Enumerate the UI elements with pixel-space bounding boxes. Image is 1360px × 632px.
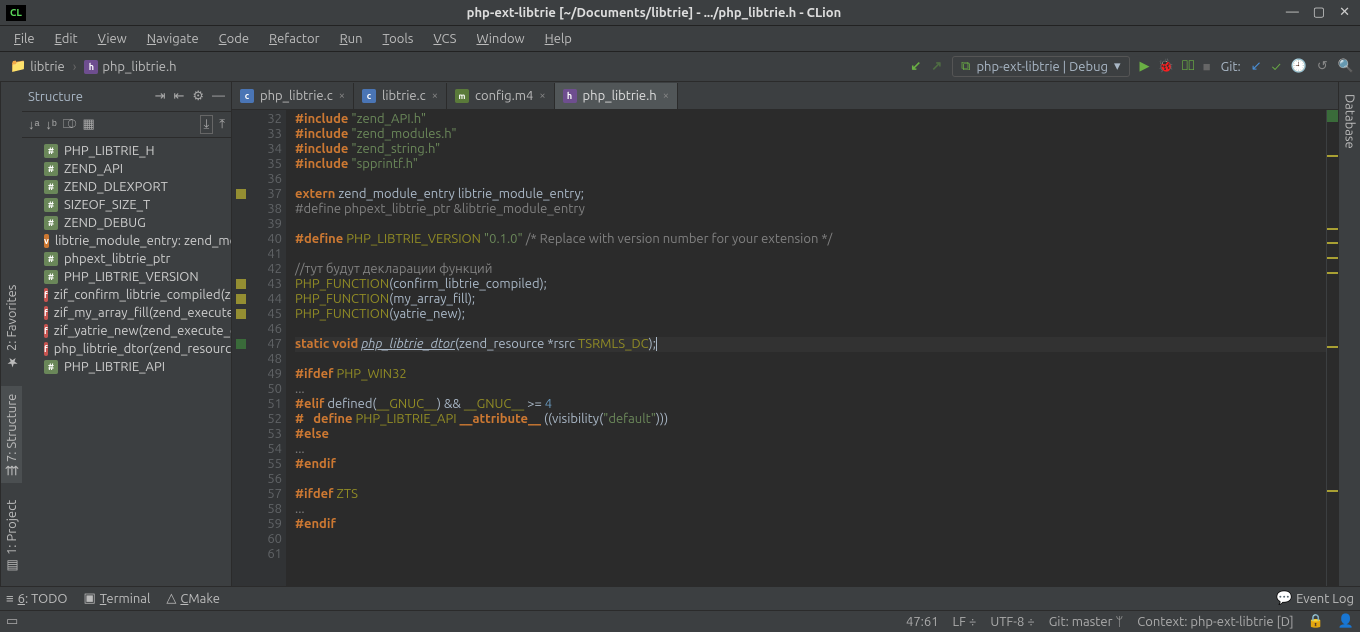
- coverage-icon[interactable]: ▶⃒: [1182, 59, 1195, 74]
- editor-tab[interactable]: clibtrie.c×: [354, 83, 447, 109]
- close-tab-icon[interactable]: ×: [663, 90, 669, 102]
- git-commit-icon[interactable]: ✓: [1272, 60, 1281, 74]
- sidebar-tab-structure[interactable]: ⇶ 7: Structure: [1, 386, 22, 482]
- structure-item[interactable]: #ZEND_API: [22, 160, 231, 178]
- editor-tab[interactable]: mconfig.m4×: [447, 83, 555, 109]
- editor-tabs: cphp_libtrie.c×clibtrie.c×mconfig.m4×hph…: [232, 82, 1338, 110]
- menu-vcs[interactable]: VCS: [425, 30, 464, 48]
- hide-icon[interactable]: —: [212, 89, 225, 104]
- minimize-icon[interactable]: —: [1286, 5, 1299, 20]
- debug-icon[interactable]: 🐞: [1158, 59, 1174, 74]
- gear-icon[interactable]: ⚙: [192, 89, 204, 104]
- menu-run[interactable]: Run: [332, 30, 371, 48]
- app-icon: CL: [6, 5, 26, 21]
- menu-file[interactable]: File: [6, 30, 43, 48]
- sort2-icon[interactable]: ↓ᵇ: [45, 117, 56, 132]
- menu-help[interactable]: Help: [537, 30, 580, 48]
- context[interactable]: Context: php-ext-libtrie [D]: [1137, 615, 1293, 629]
- menu-code[interactable]: Code: [211, 30, 257, 48]
- group-icon[interactable]: ⎄: [63, 117, 77, 132]
- structure-item[interactable]: #PHP_LIBTRIE_API: [22, 358, 231, 376]
- line-ending[interactable]: LF ÷: [953, 615, 977, 629]
- menu-window[interactable]: Window: [468, 30, 532, 48]
- breadcrumb-file[interactable]: hphp_libtrie.h: [80, 58, 180, 76]
- structure-item[interactable]: #PHP_LIBTRIE_VERSION: [22, 268, 231, 286]
- error-stripe[interactable]: [1326, 110, 1338, 586]
- statusbar: ▭ 47:61 LF ÷ UTF-8 ÷ Git: master ᛘ Conte…: [0, 610, 1360, 632]
- maximize-icon[interactable]: ▢: [1313, 5, 1325, 20]
- close-tab-icon[interactable]: ×: [432, 90, 438, 102]
- collapse-icon[interactable]: ⇥: [155, 89, 166, 104]
- titlebar: CL php-ext-libtrie [~/Documents/libtrie]…: [0, 0, 1360, 26]
- structure-item[interactable]: #phpext_libtrie_ptr: [22, 250, 231, 268]
- run-config-selector[interactable]: ⧉ php-ext-libtrie | Debug ▾: [952, 56, 1129, 77]
- close-tab-icon[interactable]: ×: [339, 90, 345, 102]
- bottom-tab-cmake[interactable]: △CMake: [166, 591, 219, 606]
- menu-edit[interactable]: Edit: [47, 30, 86, 48]
- structure-title: Structure: [28, 90, 83, 104]
- git-update-icon[interactable]: ↙: [1251, 59, 1262, 74]
- structure-item[interactable]: #SIZEOF_SIZE_T: [22, 196, 231, 214]
- menu-view[interactable]: View: [90, 30, 135, 48]
- filter-icon[interactable]: ▦: [83, 117, 95, 132]
- sidebar-tab-favorites[interactable]: ★ 2: Favorites: [1, 278, 22, 376]
- structure-item[interactable]: fzif_confirm_libtrie_compiled(zend_execu…: [22, 286, 231, 304]
- breadcrumb-root[interactable]: 📁libtrie: [6, 57, 69, 76]
- structure-item[interactable]: #ZEND_DEBUG: [22, 214, 231, 232]
- nav-back-icon[interactable]: ↙: [910, 59, 921, 74]
- structure-item[interactable]: vlibtrie_module_entry: zend_module_entry: [22, 232, 231, 250]
- code-area[interactable]: #include "zend_API.h"#include "zend_modu…: [287, 110, 1326, 586]
- gutter[interactable]: 3233343536373839404142434445464748495051…: [232, 110, 287, 586]
- nav-fwd-icon[interactable]: ↗: [931, 59, 942, 74]
- encoding[interactable]: UTF-8 ÷: [990, 615, 1034, 629]
- sidebar-tab-database[interactable]: Database: [1341, 88, 1359, 155]
- structure-item[interactable]: fzif_yatrie_new(zend_execute_data*, zval…: [22, 322, 231, 340]
- breadcrumb: 📁libtrie › hphp_libtrie.h: [6, 57, 906, 76]
- editor-tab[interactable]: hphp_libtrie.h×: [555, 83, 678, 109]
- right-tool-gutter: Database: [1338, 82, 1360, 586]
- structure-item[interactable]: fphp_libtrie_dtor(zend_resource*): void: [22, 340, 231, 358]
- bottom-toolbar: ≡6: TODO ▣Terminal △CMake 💬Event Log: [0, 586, 1360, 610]
- expand-icon[interactable]: ⇤: [173, 89, 184, 104]
- structure-toolbar: ↓ᵃ ↓ᵇ ⎄ ▦ ⤓ ⤒: [22, 112, 231, 138]
- autoscroll2-icon[interactable]: ⤒: [219, 117, 225, 132]
- git-branch[interactable]: Git: master ᛘ: [1049, 615, 1124, 629]
- run-config-label: php-ext-libtrie | Debug: [976, 60, 1108, 74]
- run-icon[interactable]: ▶: [1140, 59, 1150, 74]
- left-tool-gutter: ▤ 1: Project ⇶ 7: Structure ★ 2: Favorites: [0, 82, 22, 586]
- menu-refactor[interactable]: Refactor: [261, 30, 328, 48]
- build-icon: ⧉: [961, 59, 970, 74]
- git-history-icon[interactable]: 🕘: [1291, 59, 1307, 74]
- stop-icon[interactable]: ■: [1203, 59, 1211, 74]
- inspector-icon[interactable]: 👤: [1338, 614, 1354, 629]
- editor: cphp_libtrie.c×clibtrie.c×mconfig.m4×hph…: [232, 82, 1338, 586]
- sidebar-tab-project[interactable]: ▤ 1: Project: [1, 493, 22, 580]
- editor-tab[interactable]: cphp_libtrie.c×: [232, 83, 354, 109]
- close-icon[interactable]: ✕: [1339, 5, 1350, 20]
- git-label: Git:: [1221, 60, 1241, 74]
- search-icon[interactable]: 🔍: [1338, 59, 1354, 74]
- caret-pos[interactable]: 47:61: [906, 615, 939, 629]
- git-revert-icon[interactable]: ↺: [1317, 59, 1328, 74]
- structure-item[interactable]: #PHP_LIBTRIE_H: [22, 142, 231, 160]
- autoscroll-icon[interactable]: ⤓: [200, 115, 214, 134]
- window-title: php-ext-libtrie [~/Documents/libtrie] - …: [32, 6, 1276, 20]
- structure-item[interactable]: #ZEND_DLEXPORT: [22, 178, 231, 196]
- structure-panel: Structure ⇥ ⇤ ⚙ — ↓ᵃ ↓ᵇ ⎄ ▦ ⤓ ⤒ #PHP_LIB…: [22, 82, 232, 586]
- chevron-right-icon: ›: [73, 60, 77, 74]
- close-tab-icon[interactable]: ×: [539, 90, 545, 102]
- lock-icon[interactable]: 🔒: [1308, 614, 1324, 629]
- menu-navigate[interactable]: Navigate: [139, 30, 207, 48]
- bottom-tab-todo[interactable]: ≡6: TODO: [6, 591, 67, 606]
- nav-toolbar: 📁libtrie › hphp_libtrie.h ↙ ↗ ⧉ php-ext-…: [0, 52, 1360, 82]
- chevron-down-icon: ▾: [1114, 59, 1121, 74]
- sort-icon[interactable]: ↓ᵃ: [28, 117, 39, 132]
- event-log-button[interactable]: 💬Event Log: [1276, 591, 1354, 606]
- bottom-tab-terminal[interactable]: ▣Terminal: [83, 591, 150, 606]
- menubar: FileEditViewNavigateCodeRefactorRunTools…: [0, 26, 1360, 52]
- menu-tools[interactable]: Tools: [375, 30, 422, 48]
- status-icon[interactable]: ▭: [6, 614, 18, 629]
- structure-item[interactable]: fzif_my_array_fill(zend_execute_data*, z…: [22, 304, 231, 322]
